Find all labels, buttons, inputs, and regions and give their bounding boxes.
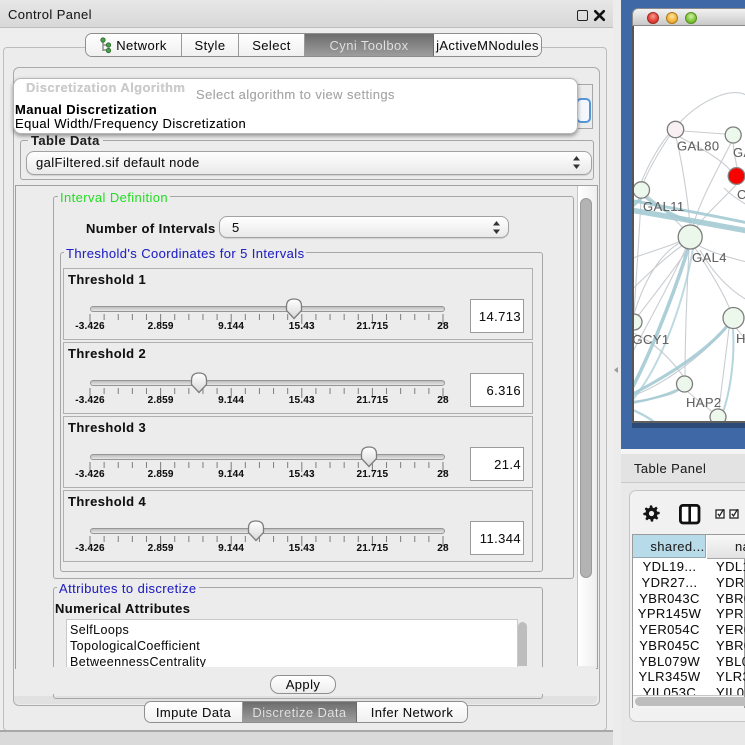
- svg-text:C: C: [737, 187, 745, 202]
- svg-text:GA: GA: [733, 145, 745, 160]
- svg-text:GAL11: GAL11: [643, 199, 685, 214]
- svg-text:GAL4: GAL4: [692, 250, 727, 265]
- svg-text:GCY1: GCY1: [634, 332, 670, 347]
- svg-text:H: H: [736, 331, 745, 346]
- svg-text:HAP2: HAP2: [686, 395, 722, 410]
- svg-text:GAL80: GAL80: [677, 139, 719, 154]
